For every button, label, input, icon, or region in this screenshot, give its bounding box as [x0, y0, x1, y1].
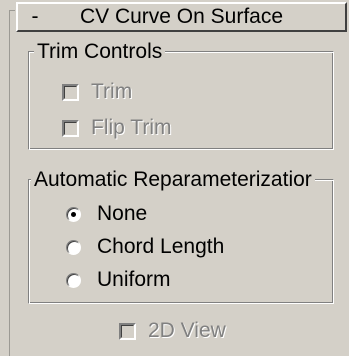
radio-uniform[interactable] [66, 272, 81, 288]
rollout-header-cv-curve-on-surface[interactable]: - CV Curve On Surface [16, 2, 347, 32]
flip-trim-checkbox[interactable] [62, 119, 79, 137]
radio-uniform-option[interactable]: Uniform [66, 268, 171, 292]
2d-view-label: 2D View [148, 319, 226, 342]
radio-chord-length-option[interactable]: Chord Length [66, 235, 224, 259]
radio-none-option[interactable]: None [66, 202, 147, 226]
trim-label: Trim [91, 80, 133, 103]
radio-chord-length-label: Chord Length [97, 235, 225, 258]
2d-view-checkbox[interactable] [119, 322, 136, 340]
radio-uniform-label: Uniform [97, 268, 171, 291]
flip-trim-option[interactable]: Flip Trim [62, 116, 172, 140]
radio-none-label: None [97, 202, 148, 225]
flip-trim-label: Flip Trim [91, 116, 172, 139]
rollout-frame-line [9, 10, 10, 356]
rollout-title: CV Curve On Surface [79, 5, 284, 28]
rollout-frame-line-top [9, 10, 15, 11]
radio-none[interactable] [66, 206, 81, 222]
trim-checkbox[interactable] [62, 83, 79, 101]
trim-controls-legend: Trim Controls [34, 40, 166, 64]
2d-view-option[interactable]: 2D View [119, 319, 226, 343]
reparameterization-legend: Automatic Reparameterizatior [31, 168, 315, 192]
trim-option[interactable]: Trim [62, 80, 132, 104]
radio-chord-length[interactable] [66, 239, 81, 255]
collapse-icon: - [31, 5, 39, 28]
